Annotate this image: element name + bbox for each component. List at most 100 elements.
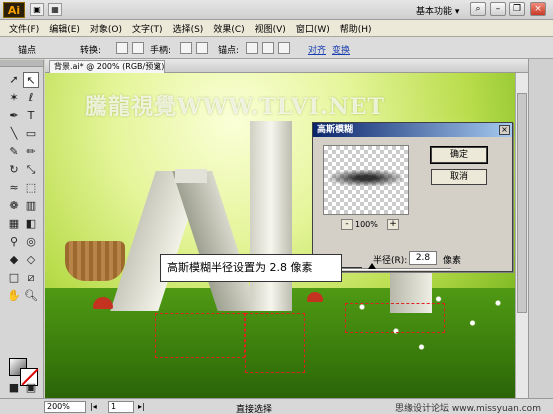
cut-path-icon[interactable] xyxy=(278,42,290,54)
search-icon[interactable]: ⌕ xyxy=(470,2,486,16)
warp-tool-icon[interactable]: ≈ xyxy=(6,180,22,196)
arrange-documents-icon[interactable]: ▦ xyxy=(48,3,62,16)
scale-tool-icon[interactable]: ⤡ xyxy=(23,162,39,178)
gaussian-blur-dialog: 高斯模糊 × - 100% + 确定 取消 半径(R): 2.8 像素 xyxy=(312,122,513,272)
pen-tool-icon[interactable]: ✒ xyxy=(6,108,22,124)
tools-panel-header[interactable] xyxy=(0,60,43,67)
menu-effect[interactable]: 效果(C) xyxy=(208,22,249,35)
restore-button[interactable]: ❐ xyxy=(509,2,525,16)
cancel-button[interactable]: 取消 xyxy=(431,169,487,185)
workspace-label: 基本功能 xyxy=(416,7,453,17)
color-mode-icon[interactable]: ■ xyxy=(6,380,22,396)
magic-wand-tool-icon[interactable]: ✶ xyxy=(6,90,22,106)
symbol-sprayer-tool-icon[interactable]: ❁ xyxy=(6,198,22,214)
selected-path-outline[interactable] xyxy=(345,303,445,333)
zoom-select[interactable]: 200% xyxy=(44,401,86,413)
connect-anchors-icon[interactable] xyxy=(262,42,274,54)
graph-tool-icon[interactable]: ▥ xyxy=(23,198,39,214)
transform-link[interactable]: 变换 xyxy=(332,43,350,56)
rotate-tool-icon[interactable]: ↻ xyxy=(6,162,22,178)
dialog-title[interactable]: 高斯模糊 xyxy=(313,123,512,137)
menu-view[interactable]: 视图(V) xyxy=(250,22,291,35)
radius-slider-thumb[interactable] xyxy=(367,263,376,269)
show-handles-icon[interactable] xyxy=(180,42,192,54)
document-tab-label: 背景.ai* @ 200% (RGB/预览) xyxy=(54,62,165,71)
artboard-tool-icon[interactable]: □ xyxy=(6,270,22,286)
status-bar: 200% |◂ 1 ▸| 直接选择 思缘设计论坛 www.missyuan.co… xyxy=(0,398,553,414)
direct-selection-tool-icon[interactable]: ↖ xyxy=(23,72,39,88)
menu-help[interactable]: 帮助(H) xyxy=(335,22,377,35)
slice-tool-icon[interactable]: ⧄ xyxy=(23,270,39,286)
mesh-tool-icon[interactable]: ▦ xyxy=(6,216,22,232)
convert-corner-icon[interactable] xyxy=(116,42,128,54)
anchor-label: 锚点 xyxy=(18,46,37,56)
first-page-icon[interactable]: |◂ xyxy=(90,402,97,411)
close-icon[interactable]: × xyxy=(499,125,510,135)
free-transform-tool-icon[interactable]: ⬚ xyxy=(23,180,39,196)
app-logo: Ai xyxy=(3,2,25,18)
line-tool-icon[interactable]: ╲ xyxy=(6,126,22,142)
mushroom-image xyxy=(307,292,323,302)
rectangle-tool-icon[interactable]: ▭ xyxy=(23,126,39,142)
selected-path-outline[interactable] xyxy=(245,313,305,373)
remove-anchor-icon[interactable] xyxy=(246,42,258,54)
menu-type[interactable]: 文字(T) xyxy=(127,22,168,35)
radius-label: 半径(R): xyxy=(373,256,408,266)
radius-input[interactable]: 2.8 xyxy=(409,251,437,265)
gradient-tool-icon[interactable]: ◧ xyxy=(23,216,39,232)
blur-preview[interactable] xyxy=(323,145,409,215)
page-select[interactable]: 1 xyxy=(108,401,134,413)
hand-tool-icon[interactable]: ✋ xyxy=(6,288,22,304)
basket-image xyxy=(65,241,125,281)
selection-tool-icon[interactable]: ➚ xyxy=(6,72,22,88)
bridge-icon[interactable]: ▣ xyxy=(30,3,44,16)
lasso-tool-icon[interactable]: ℓ xyxy=(23,90,39,106)
blur-preview-shape xyxy=(330,170,402,186)
eyedropper-tool-icon[interactable]: ⚲ xyxy=(6,234,22,250)
selected-path-outline[interactable] xyxy=(155,313,245,358)
zoom-in-button[interactable]: + xyxy=(387,219,399,230)
screen-mode-icon[interactable]: ▣ xyxy=(23,380,39,396)
app-bar: Ai ▣ ▦ 基本功能 ▾ ⌕ – ❐ × xyxy=(0,0,553,20)
scrollbar-thumb[interactable] xyxy=(517,93,527,313)
radius-slider[interactable] xyxy=(341,268,451,270)
brand-watermark: 思缘设计论坛 www.missyuan.com xyxy=(395,404,541,414)
document-tab-bar: 背景.ai* @ 200% (RGB/预览) × xyxy=(45,59,533,73)
live-paint-tool-icon[interactable]: ◆ xyxy=(6,252,22,268)
letter-a-top xyxy=(175,169,207,183)
status-tool-label[interactable]: 直接选择 xyxy=(236,402,272,414)
menu-window[interactable]: 窗口(W) xyxy=(291,22,335,35)
illustrator-window: Ai ▣ ▦ 基本功能 ▾ ⌕ – ❐ × 文件(F) 编辑(E) 对象(O) … xyxy=(0,0,553,414)
ok-button[interactable]: 确定 xyxy=(430,146,488,164)
control-bar: 锚点 转换: 手柄: 锚点: 对齐 变换 xyxy=(0,37,553,59)
close-icon[interactable]: × xyxy=(154,61,161,73)
watermark: 騰龍視覺WWW.TLVI.NET xyxy=(85,94,385,120)
paintbrush-tool-icon[interactable]: ✎ xyxy=(6,144,22,160)
convert-smooth-icon[interactable] xyxy=(132,42,144,54)
anchors-label: 锚点: xyxy=(218,46,240,56)
menu-object[interactable]: 对象(O) xyxy=(85,22,127,35)
blend-tool-icon[interactable]: ◎ xyxy=(23,234,39,250)
live-paint-selection-tool-icon[interactable]: ◇ xyxy=(23,252,39,268)
menu-bar: 文件(F) 编辑(E) 对象(O) 文字(T) 选择(S) 效果(C) 视图(V… xyxy=(0,20,553,37)
menu-select[interactable]: 选择(S) xyxy=(168,22,209,35)
hide-handles-icon[interactable] xyxy=(196,42,208,54)
callout-pointer xyxy=(342,267,362,268)
pencil-tool-icon[interactable]: ✏ xyxy=(23,144,39,160)
zoom-tool-icon[interactable]: 🔍︎ xyxy=(23,288,39,304)
minimize-button[interactable]: – xyxy=(490,2,506,16)
radius-unit: 像素 xyxy=(443,256,462,266)
next-page-icon[interactable]: ▸| xyxy=(138,402,145,411)
type-tool-icon[interactable]: T xyxy=(23,108,39,124)
annotation-callout: 高斯模糊半径设置为 2.8 像素 xyxy=(160,254,342,282)
vertical-scrollbar[interactable] xyxy=(515,73,528,398)
menu-file[interactable]: 文件(F) xyxy=(4,22,44,35)
zoom-out-button[interactable]: - xyxy=(341,219,353,230)
align-link[interactable]: 对齐 xyxy=(308,43,326,56)
workspace-switcher[interactable]: 基本功能 ▾ xyxy=(416,4,459,17)
panel-dock xyxy=(528,59,553,398)
close-window-button[interactable]: × xyxy=(530,2,546,16)
convert-label: 转换: xyxy=(80,46,102,56)
document-tab[interactable]: 背景.ai* @ 200% (RGB/预览) × xyxy=(49,60,165,73)
menu-edit[interactable]: 编辑(E) xyxy=(44,22,85,35)
